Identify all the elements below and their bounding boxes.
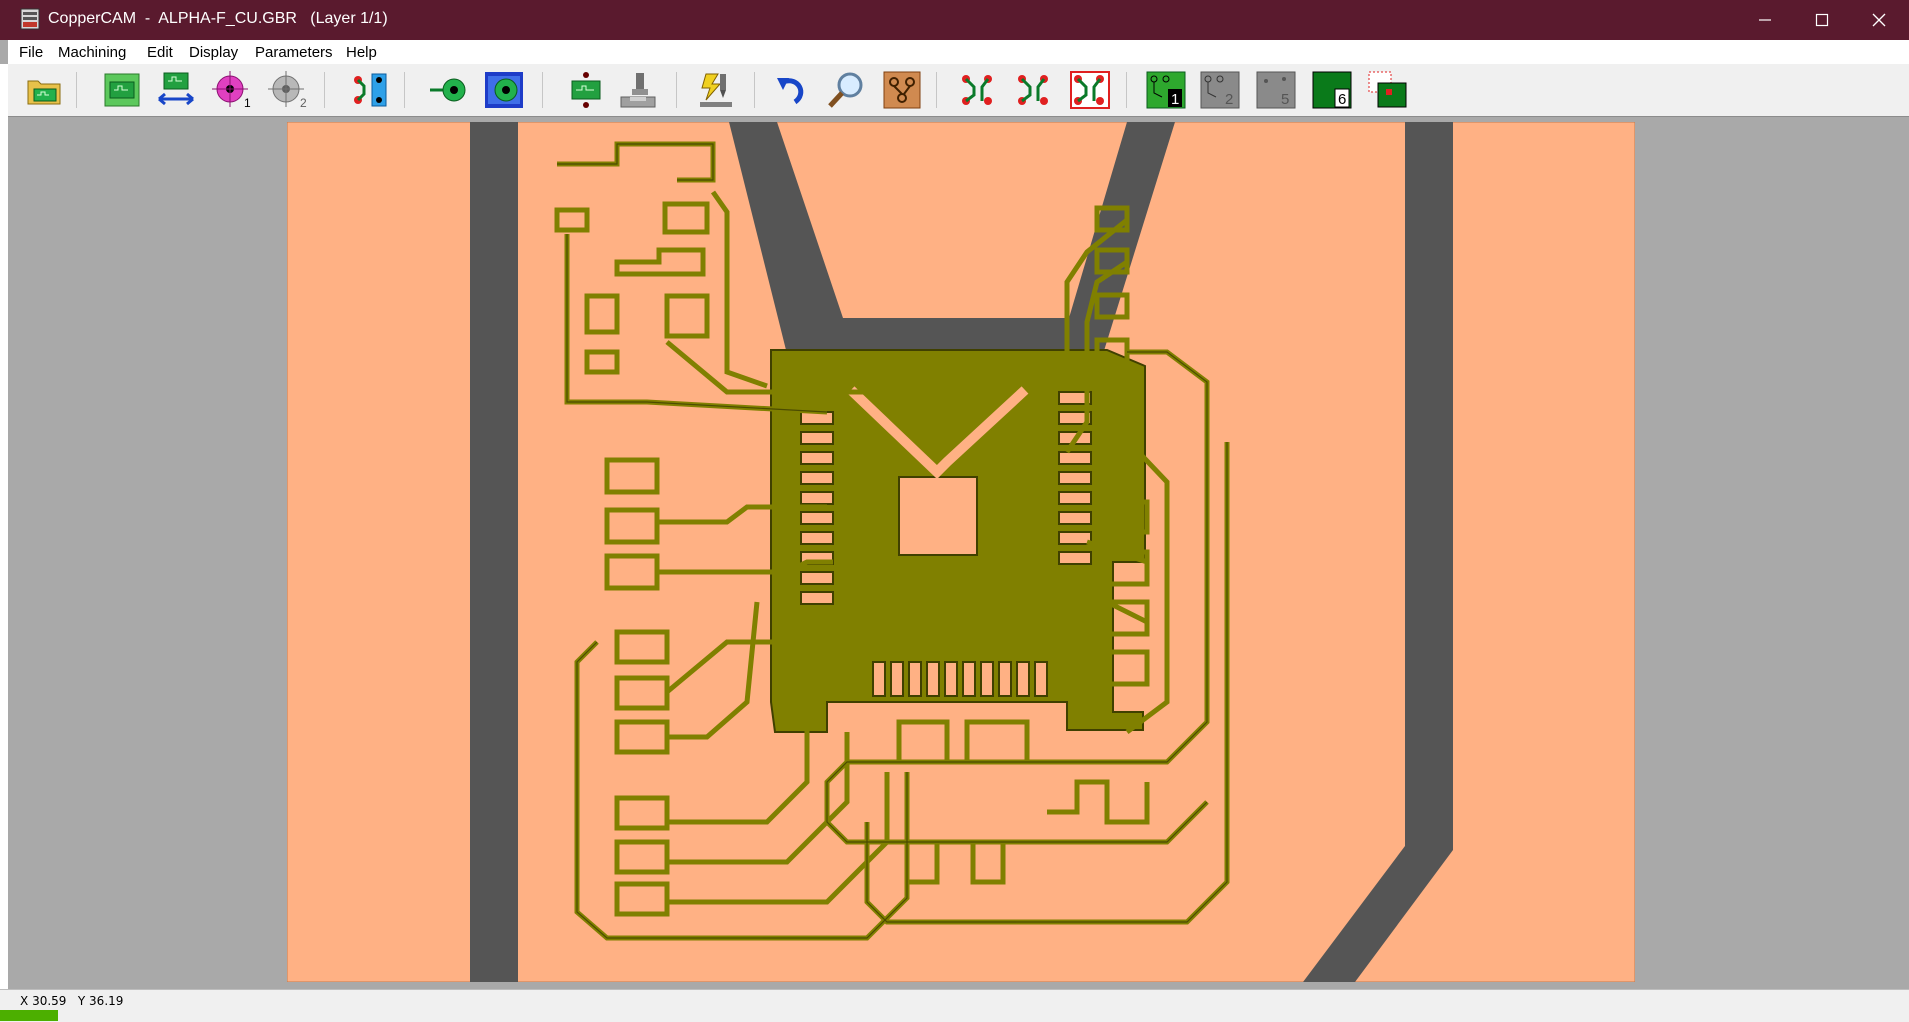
maximize-button[interactable] [1793, 0, 1851, 40]
drill-layer-2-icon: 2 [268, 71, 307, 109]
maximize-icon [1815, 13, 1829, 27]
menu-bar: File Machining Edit Display Parameters H… [8, 40, 1909, 64]
layer-6-icon: 6 [1312, 71, 1352, 109]
left-border [0, 64, 8, 1006]
pcb-board[interactable] [287, 122, 1635, 982]
undo-button[interactable] [770, 69, 814, 111]
component-icon [571, 72, 601, 108]
contour-1-button[interactable] [956, 69, 1000, 111]
flip-board-icon [158, 72, 194, 106]
minimize-icon [1759, 19, 1771, 21]
menu-edit[interactable]: Edit [144, 42, 176, 63]
layer-1-icon: 1 [1146, 71, 1186, 109]
contour-3-icon [1070, 71, 1110, 109]
track-select-icon [354, 73, 387, 107]
layer-5-icon: 5 [1256, 71, 1296, 109]
window-title: CopperCAM - ALPHA-F_CU.GBR (Layer 1/1) [48, 10, 388, 27]
svg-text:1: 1 [244, 96, 251, 109]
toolbar: 1 2 1 2 5 6 [8, 64, 1909, 117]
status-indicator [0, 1010, 58, 1021]
svg-text:2: 2 [300, 96, 307, 109]
tool-spindle-button[interactable] [616, 69, 660, 111]
layer-5-number: 5 [1281, 91, 1289, 108]
x-value: 30.59 [32, 994, 67, 1008]
open-file-icon [27, 80, 61, 105]
status-bar: X 30.59 Y 36.19 [0, 989, 1909, 1022]
zoom-icon [828, 72, 863, 108]
menu-parameters[interactable]: Parameters [252, 42, 336, 63]
contour-2-button[interactable] [1012, 69, 1056, 111]
minimize-button[interactable] [1736, 0, 1794, 40]
layers-overlay-button[interactable] [1366, 69, 1410, 111]
menu-machining[interactable]: Machining [55, 42, 129, 63]
layer-2-button[interactable]: 2 [1198, 69, 1242, 111]
pad-select-button[interactable] [428, 69, 472, 111]
center-pad [898, 476, 978, 556]
drill-layer-1-icon: 1 [212, 71, 251, 109]
layers-overlay-icon [1368, 71, 1407, 108]
layer-6-number: 6 [1338, 91, 1346, 108]
coppercam-app-icon [20, 8, 40, 30]
close-icon [1872, 13, 1886, 27]
layer-1-button[interactable]: 1 [1144, 69, 1188, 111]
component-button[interactable] [564, 69, 608, 111]
pad-select-icon [430, 78, 466, 102]
layer-1-number: 1 [1171, 91, 1179, 108]
x-label: X [20, 994, 29, 1008]
flip-board-button[interactable] [154, 69, 198, 111]
y-value: 36.19 [89, 994, 124, 1008]
drill-layer-1-button[interactable]: 1 [210, 69, 254, 111]
undo-icon [777, 78, 804, 105]
pad-ring-icon [485, 72, 523, 108]
pad-ring-button[interactable] [482, 69, 526, 111]
open-file-button[interactable] [22, 69, 66, 111]
contour-2-icon [1018, 75, 1048, 105]
board-contour-button[interactable] [100, 69, 144, 111]
layer-6-button[interactable]: 6 [1310, 69, 1354, 111]
left-cut-channel [470, 122, 518, 982]
layer-2-number: 2 [1225, 91, 1233, 108]
board-view-button[interactable] [880, 69, 924, 111]
y-label: Y [77, 994, 86, 1008]
layer-2-icon: 2 [1200, 71, 1240, 109]
zoom-button[interactable] [824, 69, 868, 111]
menu-file[interactable]: File [16, 42, 46, 63]
close-button[interactable] [1850, 0, 1908, 40]
board-view-icon [883, 71, 921, 109]
title-bar: CopperCAM - ALPHA-F_CU.GBR (Layer 1/1) [0, 0, 1909, 40]
track-select-button[interactable] [348, 69, 392, 111]
board-contour-icon [104, 73, 140, 107]
tool-spindle-icon [620, 73, 656, 108]
menu-display[interactable]: Display [186, 42, 241, 63]
coordinate-readout: X 30.59 Y 36.19 [20, 994, 123, 1008]
layer-5-button[interactable]: 5 [1254, 69, 1298, 111]
drill-layer-2-button[interactable]: 2 [266, 69, 310, 111]
contour-1-icon [962, 75, 992, 105]
run-machining-icon [700, 73, 732, 107]
run-machining-button[interactable] [694, 69, 738, 111]
contour-3-button[interactable] [1068, 69, 1112, 111]
menu-help[interactable]: Help [343, 42, 380, 63]
